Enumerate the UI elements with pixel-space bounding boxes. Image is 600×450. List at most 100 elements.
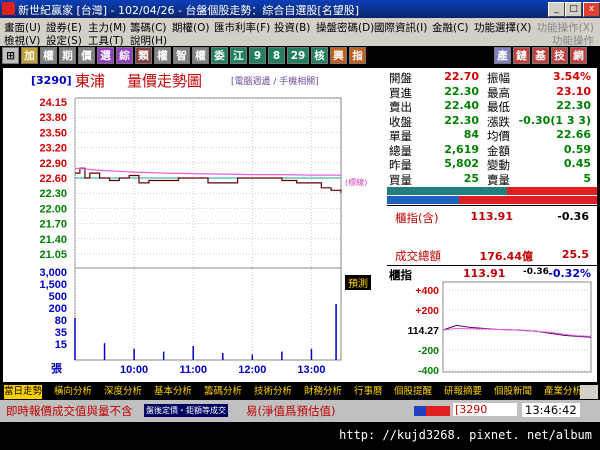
toolbar-button-industry[interactable]: 產: [494, 47, 511, 64]
status-code: [3290: [453, 403, 517, 416]
mini-tick-label: +200: [415, 305, 439, 317]
toolbar-button-8[interactable]: 8: [268, 47, 285, 64]
quote-label: 買量: [389, 172, 412, 187]
tab-8[interactable]: 個股提醒: [394, 385, 432, 399]
price-tick-label: 21.70: [39, 219, 67, 231]
price-series-0: [75, 167, 342, 193]
tab-7[interactable]: 行事曆: [354, 385, 383, 399]
tab-9[interactable]: 研報摘要: [444, 385, 482, 399]
tab-11[interactable]: 產業分析: [544, 385, 582, 399]
mini-tick-labels: +400 +200 114.27 -200 -400: [407, 285, 439, 377]
toolbar-button-core[interactable]: 核: [311, 47, 328, 64]
volume-tick-label: 80: [55, 315, 67, 327]
mini-chart-pct: -0.32%: [548, 267, 591, 280]
turnover-value: 176.44億: [479, 250, 533, 263]
bottom-tabs: 當日走勢 橫向分析 深度分析 基本分析 籌碼分析 技術分析 財務分析 行事曆 個股提醒 研報摘要個…: [0, 385, 600, 399]
toolbar-button-web[interactable]: 網: [570, 47, 587, 64]
window-title: 新世紀贏家 [台灣] - 102/04/26 - 台盤個股走勢：綜合自選股[名望…: [18, 4, 359, 17]
quote-value: 22.30: [444, 113, 479, 127]
toolbar-button-chain[interactable]: 鏈: [513, 47, 530, 64]
volume-tick-label: 3,000: [39, 267, 67, 279]
toolbar-button-quan[interactable]: 權: [40, 47, 57, 64]
menu-password[interactable]: 操盤密碼(D): [316, 20, 374, 35]
toolbar: ⊞ 加 權 期 價 選 綜 類 權 智 權 委 江 9 8 29 核 興 指 產…: [0, 46, 600, 66]
price-tick-label: 21.05: [39, 249, 67, 261]
time-tick-labels: 10:00 11:00 12:00 13:00: [120, 364, 325, 376]
price-grid: [74, 97, 342, 361]
turnover-label: 成交總額: [395, 249, 441, 263]
tabs-scroll-arrows[interactable]: [580, 385, 598, 399]
index-change: -0.36: [557, 210, 589, 223]
toolbar-button-category[interactable]: 類: [135, 47, 152, 64]
divider-2: [387, 265, 597, 266]
tab-2[interactable]: 深度分析: [104, 385, 142, 399]
toolbar-grid-button[interactable]: ⊞: [2, 47, 19, 64]
chart-pane: [3290] 東浦 量價走勢圖 [電腦週邊 / 手機相關] 24.15 23.80…: [3, 68, 387, 382]
menu-finance[interactable]: 金融(C): [432, 20, 469, 35]
maximize-button[interactable]: □: [565, 2, 582, 17]
toolbar-button-select[interactable]: 選: [97, 47, 114, 64]
turnover-change: 25.5: [561, 248, 589, 261]
time-tick-label: 11:00: [179, 364, 207, 376]
menu-invest[interactable]: 投資(B): [274, 20, 310, 35]
toolbar-button-tech[interactable]: 技: [551, 47, 568, 64]
mini-tick-label: -200: [418, 345, 439, 357]
menu-bar: 畫面(U) 證券(E) 主力(M) 籌碼(C) 期權(O) 匯市利率(F) 投資…: [0, 18, 600, 47]
toolbar-button-index[interactable]: 指: [349, 47, 366, 64]
tab-6[interactable]: 財務分析: [304, 385, 342, 399]
tab-3[interactable]: 基本分析: [154, 385, 192, 399]
price-tick-label: 22.90: [39, 158, 67, 170]
toolbar-button-jiang[interactable]: 江: [230, 47, 247, 64]
toolbar-button-order[interactable]: 委: [211, 47, 228, 64]
toolbar-button-29[interactable]: 29: [287, 47, 309, 64]
mini-series-0: [442, 324, 592, 338]
menu-options[interactable]: 期權(O): [172, 20, 209, 35]
tab-5[interactable]: 技術分析: [254, 385, 292, 399]
price-tick-label: 21.40: [39, 234, 67, 246]
toolbar-button-jia[interactable]: 加: [21, 47, 38, 64]
bid-ask-bar-3: [459, 196, 597, 204]
price-volume-chart: 24.15 23.80 23.50 23.20 22.90 22.60 22.30 22.00…: [39, 97, 342, 376]
toolbar-button-futures[interactable]: 期: [59, 47, 76, 64]
quote-label: 賣量: [487, 172, 510, 187]
status-message-tail: 易(淨值爲預估值): [246, 404, 336, 418]
toolbar-button-xing[interactable]: 興: [330, 47, 347, 64]
quote-value: -0.30(1 3 3): [518, 113, 591, 127]
price-tick-label: 24.15: [39, 97, 67, 109]
quote-value: 25: [463, 171, 479, 185]
toolbar-button-price[interactable]: 價: [78, 47, 95, 64]
title-bar: 新世紀贏家 [台灣] - 102/04/26 - 台盤個股走勢：綜合自選股[名望…: [0, 0, 600, 18]
tab-10[interactable]: 個股新聞: [494, 385, 532, 399]
volume-tick-labels: 3,0001,500500200803515: [39, 267, 67, 351]
toolbar-button-9[interactable]: 9: [249, 47, 266, 64]
quote-value: 84: [463, 128, 479, 141]
minimize-button[interactable]: _: [548, 2, 565, 17]
quote-value: 5,802: [444, 157, 479, 170]
tab-0[interactable]: 當日走勢: [4, 385, 43, 399]
tab-1[interactable]: 橫向分析: [54, 385, 92, 399]
forecast-button[interactable]: 預測: [345, 275, 371, 290]
time-tick-label: 10:00: [120, 364, 148, 376]
volume-tick-label: 200: [49, 303, 67, 315]
quote-value: 2,619: [444, 142, 479, 156]
menu-intl-info[interactable]: 國際資訊(I): [374, 20, 427, 35]
quote-value: 23.10: [556, 84, 591, 98]
time-tick-label: 12:00: [238, 364, 266, 376]
price-tick-label: 22.60: [39, 173, 67, 185]
toolbar-button-smart[interactable]: 智: [173, 47, 190, 64]
toolbar-button-warrant[interactable]: 權: [192, 47, 209, 64]
mini-series: [442, 324, 592, 338]
bid-ask-bar-2: [387, 196, 459, 204]
volume-unit: 張: [51, 362, 62, 375]
tab-4[interactable]: 籌碼分析: [204, 385, 242, 399]
toolbar-button-composite[interactable]: 綜: [116, 47, 133, 64]
close-button[interactable]: x: [583, 2, 600, 17]
toolbar-button-fund[interactable]: 基: [532, 47, 549, 64]
menu-functions[interactable]: 功能選擇(X): [474, 20, 531, 35]
quote-value: 22.30: [444, 84, 479, 98]
menu-forex[interactable]: 匯市利率(F): [214, 20, 270, 35]
mini-chart-change: -0.36: [523, 267, 549, 277]
limit-label: (標線): [345, 178, 368, 187]
toolbar-button-rights[interactable]: 權: [154, 47, 171, 64]
mini-index-chart: +400 +200 114.27 -200 -400: [407, 281, 592, 377]
